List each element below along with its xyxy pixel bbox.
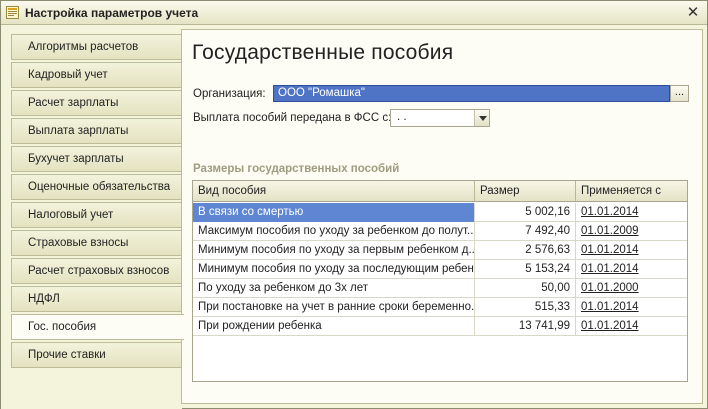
tab-label: Алгоритмы расчетов: [28, 41, 139, 53]
settings-tabs: Алгоритмы расчетов Кадровый учет Расчет за…: [1, 26, 184, 409]
table-row[interactable]: При рождении ребенка 13 741,99 01.01.2014: [193, 317, 687, 336]
column-header-date[interactable]: Применяется с: [576, 181, 687, 201]
organization-field[interactable]: ООО "Ромашка": [273, 85, 670, 102]
content-panel: Государственные пособия Организация: ООО…: [181, 29, 703, 404]
table-row[interactable]: Минимум пособия по уходу за последующим …: [193, 260, 687, 279]
benefit-amount-cell: 5 002,16: [475, 203, 576, 222]
title-bar: Настройка параметров учета ✕: [1, 1, 707, 25]
benefit-date-cell: 01.01.2000: [581, 282, 639, 294]
tab-label: Оценочные обязательства: [28, 181, 171, 193]
tab-label: НДФЛ: [28, 293, 60, 305]
tab-label: Расчет страховых взносов: [28, 265, 170, 277]
tab-label: Бухучет зарплаты: [28, 153, 124, 165]
tab-item[interactable]: Бухучет зарплаты: [11, 146, 182, 172]
benefit-name-cell: При рождении ребенка: [193, 317, 475, 336]
benefit-amount-cell: 13 741,99: [475, 317, 576, 336]
benefit-name-cell: Минимум пособия по уходу за последующим …: [193, 260, 475, 279]
settings-window: Настройка параметров учета ✕ Алгоритмы р…: [0, 0, 708, 409]
benefit-amount-cell: 2 576,63: [475, 241, 576, 260]
tab-label: Гос. пособия: [28, 321, 97, 333]
tab-item[interactable]: Прочие ставки: [11, 342, 182, 368]
benefit-date-cell: 01.01.2014: [581, 263, 639, 275]
column-header-amount[interactable]: Размер: [475, 181, 576, 201]
organization-select-button[interactable]: ...: [670, 85, 689, 102]
table-row[interactable]: При постановке на учет в ранние сроки бе…: [193, 298, 687, 317]
tab-item[interactable]: Выплата зарплаты: [11, 118, 182, 144]
close-icon[interactable]: ✕: [685, 4, 701, 20]
tab-label: Расчет зарплаты: [28, 97, 119, 109]
benefit-amount-cell: 5 153,24: [475, 260, 576, 279]
benefit-name-cell: По уходу за ребенком до 3х лет: [193, 279, 475, 298]
chevron-down-icon[interactable]: [474, 110, 489, 126]
benefit-date-cell: 01.01.2014: [581, 206, 639, 218]
organization-label: Организация:: [193, 88, 266, 100]
benefit-name-cell: Максимум пособия по уходу за ребенком до…: [193, 222, 475, 241]
section-title: Размеры государственных пособий: [193, 163, 400, 175]
tab-item[interactable]: Оценочные обязательства: [11, 174, 182, 200]
table-row[interactable]: В связи со смертью 5 002,16 01.01.2014: [193, 203, 687, 222]
tab-item[interactable]: Налоговый учет: [11, 202, 182, 228]
tab-label: Страховые взносы: [28, 237, 129, 249]
table-row[interactable]: Минимум пособия по уходу за первым ребен…: [193, 241, 687, 260]
tab-item[interactable]: Алгоритмы расчетов: [11, 34, 182, 60]
tab-label: Кадровый учет: [28, 69, 108, 81]
tab-item[interactable]: Расчет зарплаты: [11, 90, 182, 116]
page-title: Государственные пособия: [192, 41, 454, 64]
tab-label: Налоговый учет: [28, 209, 114, 221]
column-header-type[interactable]: Вид пособия: [193, 181, 475, 201]
benefit-name-cell: При постановке на учет в ранние сроки бе…: [193, 298, 475, 317]
tab-item[interactable]: Расчет страховых взносов: [11, 258, 182, 284]
benefit-name-cell: Минимум пособия по уходу за первым ребен…: [193, 241, 475, 260]
tab-label: Прочие ставки: [28, 349, 106, 361]
benefit-date-cell: 01.01.2014: [581, 320, 639, 332]
benefit-amount-cell: 7 492,40: [475, 222, 576, 241]
table-row[interactable]: По уходу за ребенком до 3х лет 50,00 01.01…: [193, 279, 687, 298]
tab-item[interactable]: Страховые взносы: [11, 230, 182, 256]
fss-date-label: Выплата пособий передана в ФСС с:: [193, 112, 392, 124]
table-header: Вид пособия Размер Применяется с: [193, 181, 687, 202]
tab-item[interactable]: Кадровый учет: [11, 62, 182, 88]
benefit-date-cell: 01.01.2014: [581, 301, 639, 313]
table-row[interactable]: Максимум пособия по уходу за ребенком до…: [193, 222, 687, 241]
window-title: Настройка параметров учета: [25, 6, 199, 20]
benefits-table: Вид пособия Размер Применяется с В связи…: [192, 180, 688, 382]
tab-label: Выплата зарплаты: [28, 125, 129, 137]
app-icon: [6, 6, 19, 19]
benefit-date-cell: 01.01.2009: [581, 225, 639, 237]
benefit-name-cell: В связи со смертью: [193, 203, 475, 222]
benefit-amount-cell: 515,33: [475, 298, 576, 317]
benefit-amount-cell: 50,00: [475, 279, 576, 298]
benefit-date-cell: 01.01.2014: [581, 244, 639, 256]
tab-item[interactable]: НДФЛ: [11, 286, 182, 312]
tab-item[interactable]: Гос. пособия: [11, 314, 184, 340]
